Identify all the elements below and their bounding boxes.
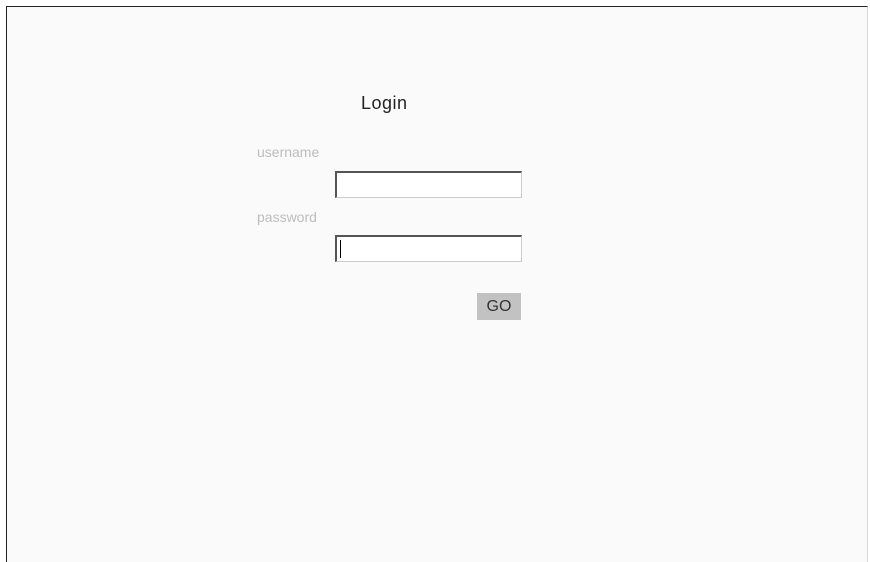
password-label: password [257, 209, 317, 225]
login-page: Login username password GO [6, 6, 868, 562]
username-input[interactable] [335, 171, 522, 198]
username-label: username [257, 144, 320, 160]
page-title: Login [361, 93, 408, 113]
go-button[interactable]: GO [477, 293, 521, 320]
text-cursor [340, 240, 341, 258]
password-input[interactable] [335, 235, 522, 262]
